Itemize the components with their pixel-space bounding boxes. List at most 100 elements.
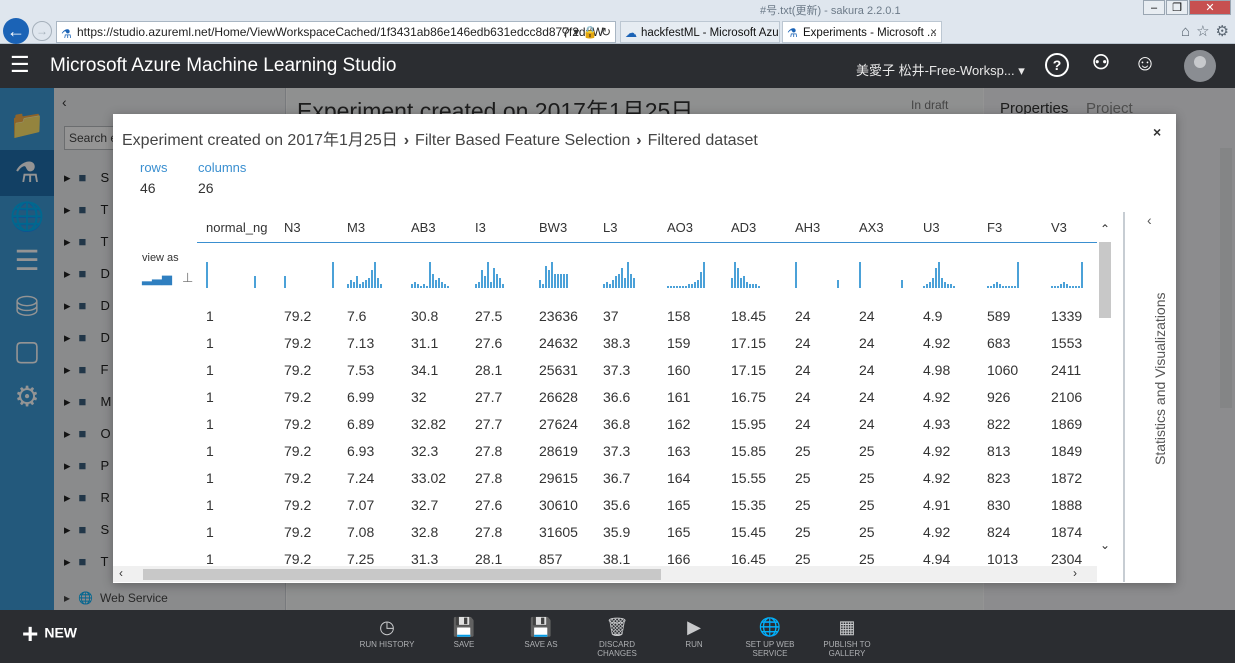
column-header[interactable]: V3 (1051, 220, 1067, 235)
home-icon[interactable]: ⌂ (1181, 23, 1190, 40)
histogram-bar (615, 276, 617, 288)
column-histogram[interactable] (731, 258, 791, 288)
browser-tab-hackfest[interactable]: ☁ hackfestML - Microsoft Azure (620, 21, 780, 43)
column-header[interactable]: AH3 (795, 220, 820, 235)
column-header[interactable]: N3 (284, 220, 301, 235)
feedback-icon[interactable]: ☺ (1133, 52, 1157, 77)
button-label: SAVE (453, 640, 475, 649)
address-tools[interactable]: ⚲ ▾ 🔒 ↻ (561, 22, 611, 42)
column-histogram[interactable] (411, 258, 471, 288)
histogram-bar (435, 280, 437, 288)
community-icon[interactable]: ⚇ (1089, 53, 1113, 77)
horizontal-scrollbar[interactable]: ‹ › (113, 566, 1097, 582)
button-label: RUN (685, 640, 703, 649)
column-histogram[interactable] (987, 258, 1047, 288)
back-button[interactable]: ← (3, 18, 29, 44)
table-cell: 7.6 (347, 308, 367, 324)
column-header[interactable]: I3 (475, 220, 486, 235)
close-icon[interactable]: × (1153, 124, 1161, 140)
table-cell: 32.3 (411, 443, 439, 459)
help-icon[interactable]: ? (1045, 53, 1069, 77)
save-as-button[interactable]: 💾 SAVE AS (506, 616, 576, 649)
table-cell: 79.2 (284, 551, 312, 566)
window-close-button[interactable]: ✕ (1189, 0, 1231, 15)
chevron-down-icon[interactable]: ⌄ (1100, 538, 1110, 552)
statistics-panel[interactable]: ‹ Statistics and Visualizations (1123, 212, 1176, 582)
column-histogram[interactable] (539, 258, 599, 288)
table-cell: 7.53 (347, 362, 375, 378)
table-cell: 25 (795, 497, 811, 513)
column-header[interactable]: F3 (987, 220, 1002, 235)
table-cell: 7.13 (347, 335, 375, 351)
vertical-scrollbar[interactable]: ⌃ ⌄ (1097, 212, 1113, 566)
button-label: SET UP WEB SERVICE (745, 640, 795, 658)
restore-button[interactable]: ❐ (1166, 0, 1188, 15)
flask-icon: ⚗ (787, 26, 798, 40)
scroll-thumb[interactable] (143, 569, 661, 580)
histogram-bar (353, 282, 355, 288)
new-button[interactable]: + NEW (22, 620, 77, 648)
table-cell: 1 (206, 524, 214, 540)
set-up-web-service-button[interactable]: 🌐 SET UP WEB SERVICE (735, 616, 805, 658)
browser-tab-experiments[interactable]: ⚗ Experiments - Microsoft ... × (782, 21, 942, 43)
column-header[interactable]: L3 (603, 220, 617, 235)
star-icon[interactable]: ☆ (1196, 23, 1209, 40)
run-history-button[interactable]: ◷ RUN HISTORY (352, 616, 422, 649)
breadcrumb-item: Filter Based Feature Selection (415, 132, 631, 149)
table-cell: 16.45 (731, 551, 767, 566)
column-header[interactable]: M3 (347, 220, 365, 235)
histogram-bar (347, 284, 349, 288)
chevron-up-icon[interactable]: ⌃ (1100, 222, 1110, 236)
workspace-selector[interactable]: 美愛子 松井-Free-Worksp... ▾ (856, 60, 1025, 79)
column-header[interactable]: AX3 (859, 220, 884, 235)
histogram-bar (923, 286, 925, 288)
window-controls: – ❐ ✕ (1142, 0, 1231, 16)
histogram-bar (1054, 286, 1056, 288)
column-histogram[interactable] (923, 258, 983, 288)
gear-icon[interactable]: ⚙ (1216, 23, 1229, 40)
column-header[interactable]: AD3 (731, 220, 756, 235)
column-header[interactable]: U3 (923, 220, 940, 235)
column-histogram[interactable] (475, 258, 535, 288)
table-cell: 4.92 (923, 335, 951, 351)
tab-close-icon[interactable]: × (930, 22, 937, 42)
column-header[interactable]: AB3 (411, 220, 436, 235)
table-cell: 6.93 (347, 443, 375, 459)
scroll-thumb[interactable] (1099, 242, 1111, 318)
column-histogram[interactable] (603, 258, 663, 288)
column-header[interactable]: BW3 (539, 220, 567, 235)
menu-icon[interactable]: ☰ (10, 54, 30, 76)
table-cell: 79.2 (284, 443, 312, 459)
table-cell: 24 (795, 389, 811, 405)
table-cell: 1013 (987, 551, 1019, 566)
table-cell: 163 (667, 443, 691, 459)
column-header[interactable]: normal_ng (206, 220, 267, 235)
discard-changes-button[interactable]: 🗑 DISCARD CHANGES (582, 616, 652, 658)
histogram-bar (755, 284, 757, 288)
histogram-icon[interactable]: ▂▃▅ (142, 270, 172, 285)
minimize-button[interactable]: – (1143, 0, 1165, 15)
browser-toolbar-icons: ⌂ ☆ ⚙ (1175, 22, 1229, 40)
column-histogram[interactable] (667, 258, 727, 288)
column-histogram[interactable] (284, 258, 344, 288)
plus-icon: + (22, 618, 39, 649)
column-histogram[interactable] (1051, 258, 1097, 288)
column-histogram[interactable] (206, 258, 266, 288)
address-bar[interactable]: ⚗ https://studio.azureml.net/Home/ViewWo… (56, 21, 616, 43)
chevron-left-icon[interactable]: ‹ (1147, 212, 1152, 228)
run-button[interactable]: ▶ RUN (659, 616, 729, 649)
save-button[interactable]: 💾 SAVE (429, 616, 499, 649)
table-cell: 158 (667, 308, 691, 324)
histogram-bar (688, 284, 690, 288)
column-histogram[interactable] (859, 258, 919, 288)
column-histogram[interactable] (795, 258, 855, 288)
boxplot-icon[interactable]: ⊥ (182, 270, 193, 285)
publish-to-gallery-button[interactable]: ▦ PUBLISH TO GALLERY (812, 616, 882, 658)
chevron-right-icon[interactable]: › (1073, 566, 1077, 580)
forward-button[interactable]: → (32, 21, 52, 41)
avatar[interactable] (1184, 50, 1216, 82)
column-header[interactable]: AO3 (667, 220, 693, 235)
chevron-left-icon[interactable]: ‹ (119, 566, 123, 580)
column-histogram[interactable] (347, 258, 407, 288)
button-label: PUBLISH TO GALLERY (823, 640, 871, 658)
